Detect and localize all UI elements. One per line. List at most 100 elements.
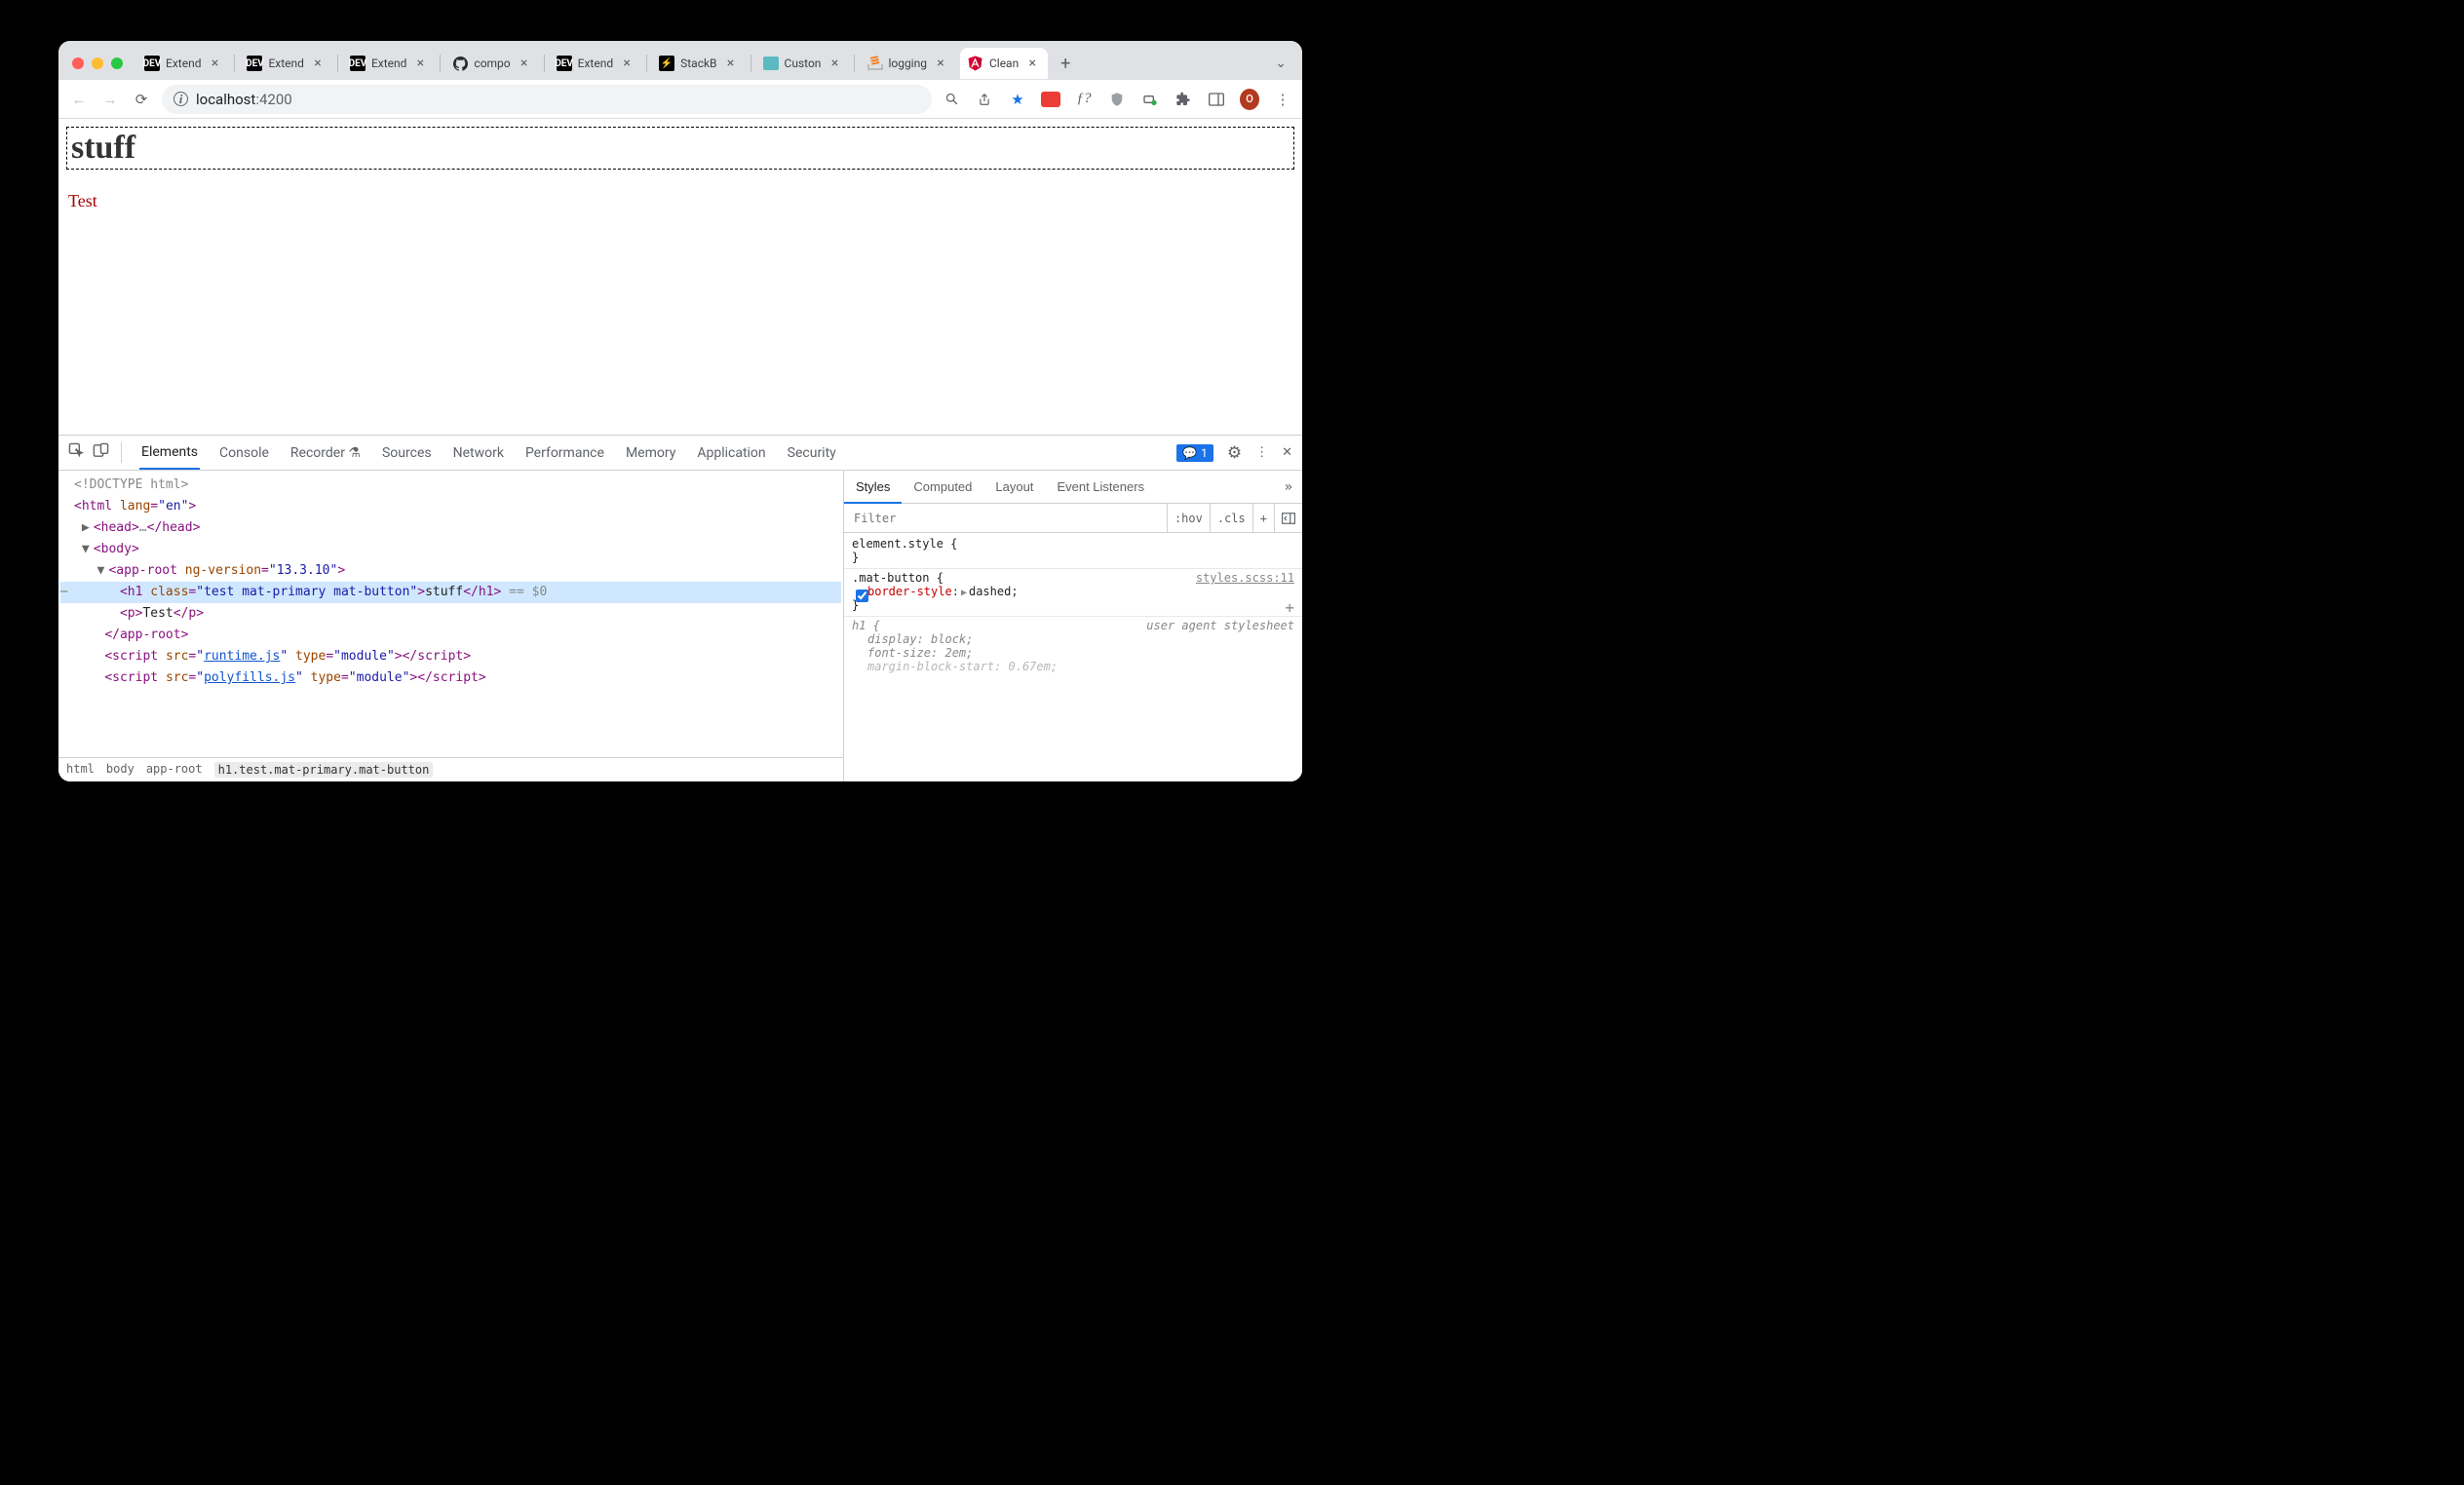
reload-button[interactable]: ⟳: [131, 89, 152, 110]
crumb[interactable]: html: [66, 762, 95, 778]
devtools-panel: Elements Console Recorder ⚗ Sources Netw…: [58, 436, 1302, 781]
tab-title: logging: [888, 57, 927, 70]
forward-button[interactable]: →: [99, 89, 121, 110]
more-tabs-icon[interactable]: »: [1275, 479, 1302, 495]
dom-node[interactable]: <script src="polyfills.js" type="module"…: [60, 667, 841, 689]
crumb[interactable]: app-root: [146, 762, 203, 778]
browser-tab[interactable]: logging ×: [859, 48, 956, 79]
style-rule[interactable]: element.style { }: [844, 535, 1302, 568]
toggle-sidebar-icon[interactable]: [1274, 504, 1302, 532]
style-rule[interactable]: styles.scss:11 .mat-button { border-styl…: [844, 568, 1302, 616]
tab-separator: [234, 55, 235, 72]
styles-tab-eventlisteners[interactable]: Event Listeners: [1045, 472, 1156, 502]
bookmark-icon[interactable]: ★: [1008, 90, 1027, 109]
styles-filter-input[interactable]: [844, 512, 1167, 525]
rule-source-ua: user agent stylesheet: [1146, 619, 1294, 632]
dom-tree[interactable]: <!DOCTYPE html> <html lang="en"> ▶<head>…: [58, 471, 843, 757]
issues-badge[interactable]: 💬 1: [1176, 444, 1213, 462]
dev-icon: DEV: [350, 56, 366, 71]
devtools-tab-memory[interactable]: Memory: [624, 438, 677, 469]
browser-tab[interactable]: Custon ×: [755, 48, 851, 79]
close-icon[interactable]: ×: [827, 56, 842, 71]
browser-tab[interactable]: DEV Extend ×: [239, 48, 332, 79]
tab-title: Clean: [989, 57, 1019, 70]
styles-tab-styles[interactable]: Styles: [844, 472, 902, 504]
tab-title: compo: [474, 57, 510, 70]
minimize-icon[interactable]: [92, 57, 103, 69]
menu-icon[interactable]: ⋮: [1273, 90, 1292, 109]
dom-node[interactable]: <p>Test</p>: [60, 603, 841, 625]
maximize-icon[interactable]: [111, 57, 123, 69]
style-rule-ua[interactable]: user agent stylesheet h1 { display: bloc…: [844, 616, 1302, 677]
url-text: localhost:4200: [196, 91, 292, 108]
dom-node[interactable]: ▶<head>…</head>: [60, 517, 841, 539]
devtools-tab-security[interactable]: Security: [786, 438, 838, 469]
close-icon[interactable]: ×: [933, 56, 948, 71]
crumb-active[interactable]: h1.test.mat-primary.mat-button: [214, 762, 434, 778]
dom-node[interactable]: ▼<app-root ng-version="13.3.10">: [60, 560, 841, 582]
site-info-icon[interactable]: i: [173, 92, 188, 106]
close-icon[interactable]: ×: [207, 56, 222, 71]
styles-tab-layout[interactable]: Layout: [983, 472, 1045, 502]
devtools-tab-console[interactable]: Console: [217, 438, 271, 469]
extensions-menu-icon[interactable]: [1174, 90, 1193, 109]
github-icon: [452, 56, 468, 71]
new-tab-button[interactable]: +: [1052, 54, 1079, 74]
style-property: font-size: 2em;: [852, 646, 1294, 660]
dom-node[interactable]: </app-root>: [60, 625, 841, 646]
menu-icon[interactable]: ⋮: [1255, 445, 1268, 460]
devtools-tab-recorder[interactable]: Recorder ⚗: [289, 438, 363, 469]
close-icon[interactable]: ×: [517, 56, 532, 71]
devtools-tab-performance[interactable]: Performance: [523, 438, 606, 469]
hov-toggle[interactable]: :hov: [1167, 504, 1210, 532]
close-icon[interactable]: ×: [1024, 56, 1040, 71]
address-input[interactable]: i localhost:4200: [162, 85, 932, 114]
close-icon[interactable]: ×: [412, 56, 428, 71]
property-toggle[interactable]: [856, 590, 868, 602]
close-icon[interactable]: ✕: [1282, 445, 1292, 460]
close-icon[interactable]: ×: [310, 56, 326, 71]
zoom-icon[interactable]: [942, 90, 961, 109]
dev-icon: DEV: [557, 56, 572, 71]
dom-node[interactable]: ▼<body>: [60, 539, 841, 560]
close-icon[interactable]: ×: [619, 56, 635, 71]
extension-icon[interactable]: [1041, 90, 1060, 109]
close-icon[interactable]: ×: [723, 56, 739, 71]
extension-shield-icon[interactable]: [1107, 90, 1127, 109]
rule-source-link[interactable]: styles.scss:11: [1196, 571, 1294, 585]
browser-tab[interactable]: ⚡ StackB ×: [651, 48, 746, 79]
back-button[interactable]: ←: [68, 89, 90, 110]
add-property-icon[interactable]: +: [1285, 598, 1294, 617]
expand-icon[interactable]: ▶: [959, 588, 969, 598]
browser-tab[interactable]: DEV Extend ×: [136, 48, 230, 79]
style-property[interactable]: border-style:▶dashed;: [852, 585, 1294, 598]
devtools-tab-sources[interactable]: Sources: [380, 438, 434, 469]
extension-icon[interactable]: ƒ?: [1074, 90, 1094, 109]
crumb[interactable]: body: [106, 762, 135, 778]
dom-node[interactable]: <html lang="en">: [60, 496, 841, 517]
cls-toggle[interactable]: .cls: [1210, 504, 1252, 532]
styles-tab-computed[interactable]: Computed: [902, 472, 983, 502]
browser-tab[interactable]: DEV Extend ×: [342, 48, 436, 79]
devtools-tab-elements[interactable]: Elements: [139, 437, 200, 470]
browser-tab-active[interactable]: Clean ×: [960, 48, 1048, 79]
dom-node-selected[interactable]: ⋯ <h1 class="test mat-primary mat-button…: [60, 582, 841, 603]
share-icon[interactable]: [975, 90, 994, 109]
side-panel-icon[interactable]: [1207, 90, 1226, 109]
tab-list-dropdown[interactable]: ⌄: [1275, 56, 1287, 71]
inspect-element-icon[interactable]: [68, 442, 85, 463]
browser-tab[interactable]: DEV Extend ×: [549, 48, 642, 79]
styles-rules[interactable]: element.style { } styles.scss:11 .mat-bu…: [844, 533, 1302, 781]
gear-icon[interactable]: ⚙: [1227, 443, 1242, 463]
dom-node[interactable]: <script src="runtime.js" type="module"><…: [60, 646, 841, 667]
browser-tab[interactable]: compo ×: [444, 48, 539, 79]
device-toggle-icon[interactable]: [93, 442, 109, 463]
devtools-tab-network[interactable]: Network: [451, 438, 506, 469]
new-style-button[interactable]: +: [1252, 504, 1274, 532]
close-icon[interactable]: [72, 57, 84, 69]
profile-avatar[interactable]: O: [1240, 90, 1259, 109]
devtools-tab-application[interactable]: Application: [695, 438, 767, 469]
extension-icon[interactable]: [1140, 90, 1160, 109]
dom-node[interactable]: <!DOCTYPE html>: [74, 477, 188, 492]
tab-separator: [646, 55, 647, 72]
